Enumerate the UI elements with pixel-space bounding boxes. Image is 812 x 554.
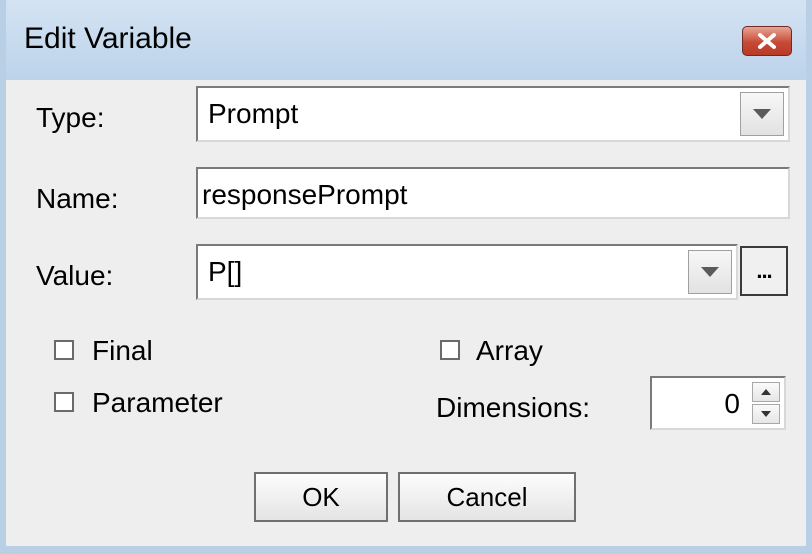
chevron-down-icon bbox=[753, 109, 771, 119]
array-checkbox[interactable] bbox=[440, 340, 460, 360]
title-bar[interactable]: Edit Variable bbox=[6, 0, 806, 80]
chevron-down-icon bbox=[701, 267, 719, 277]
parameter-label[interactable]: Parameter bbox=[92, 387, 223, 419]
final-label[interactable]: Final bbox=[92, 335, 153, 367]
value-dropdown[interactable]: P[] bbox=[196, 244, 738, 300]
final-checkbox[interactable] bbox=[54, 340, 74, 360]
value-dropdown-button[interactable] bbox=[688, 250, 732, 294]
name-value: responsePrompt bbox=[202, 179, 408, 210]
cancel-button[interactable]: Cancel bbox=[398, 472, 576, 522]
value-selected-value: P[] bbox=[208, 256, 243, 287]
chevron-up-icon bbox=[761, 389, 771, 395]
edit-variable-dialog: Edit Variable Type: Prompt Name: respons… bbox=[0, 0, 812, 554]
ok-button[interactable]: OK bbox=[254, 472, 388, 522]
dialog-title: Edit Variable bbox=[24, 22, 192, 55]
chevron-down-icon bbox=[761, 411, 771, 417]
type-dropdown-button[interactable] bbox=[740, 92, 784, 136]
array-label[interactable]: Array bbox=[476, 335, 543, 367]
dimensions-value: 0 bbox=[724, 388, 740, 419]
browse-button[interactable]: ... bbox=[740, 246, 788, 296]
value-label: Value: bbox=[36, 260, 114, 291]
close-icon bbox=[758, 33, 776, 49]
name-label: Name: bbox=[36, 183, 119, 214]
type-dropdown[interactable]: Prompt bbox=[196, 86, 790, 142]
spinner-up-button[interactable] bbox=[752, 382, 780, 402]
parameter-checkbox[interactable] bbox=[54, 392, 74, 412]
name-field[interactable]: responsePrompt bbox=[196, 167, 790, 219]
close-button[interactable] bbox=[742, 26, 792, 56]
dimensions-spinner[interactable]: 0 bbox=[650, 376, 786, 430]
dimensions-label: Dimensions: bbox=[436, 392, 591, 423]
spinner-down-button[interactable] bbox=[752, 404, 780, 424]
type-label: Type: bbox=[36, 102, 105, 133]
type-selected-value: Prompt bbox=[208, 98, 299, 129]
